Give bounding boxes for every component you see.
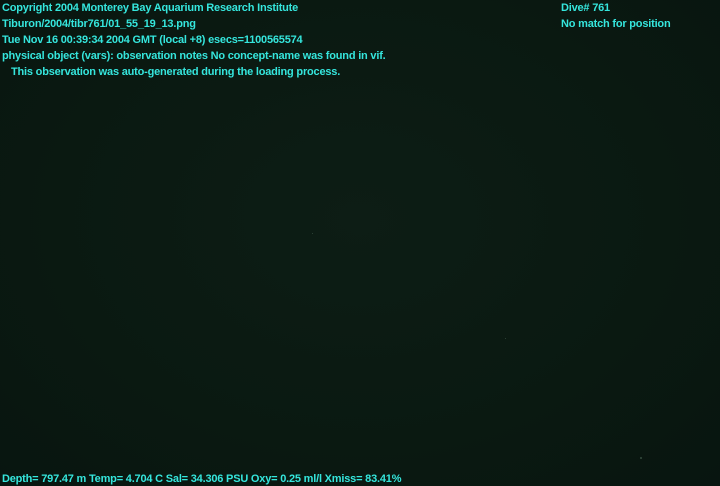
marine-snow-particle [640, 457, 642, 459]
video-frame: Copyright 2004 Monterey Bay Aquarium Res… [0, 0, 720, 486]
copyright-text: Copyright 2004 Monterey Bay Aquarium Res… [2, 2, 299, 14]
file-path-text: Tiburon/2004/tibr761/01_55_19_13.png [2, 18, 196, 30]
annotation-header-left: Copyright 2004 Monterey Bay Aquarium Res… [2, 0, 386, 80]
dive-number-text: Dive# 761 [561, 2, 610, 14]
observation-note-text: This observation was auto-generated duri… [11, 66, 341, 78]
marine-snow-particle [312, 233, 313, 234]
position-status-text: No match for position [561, 18, 671, 30]
sensor-readout: Depth= 797.47 m Temp= 4.704 C Sal= 34.30… [2, 471, 401, 486]
sensor-readout-text: Depth= 797.47 m Temp= 4.704 C Sal= 34.30… [2, 473, 402, 485]
marine-snow-particle [505, 338, 506, 339]
timestamp-text: Tue Nov 16 00:39:34 2004 GMT (local +8) … [2, 34, 303, 46]
observation-text: physical object (vars): observation note… [2, 50, 386, 62]
annotation-header-right: Dive# 761 No match for position [561, 0, 671, 32]
